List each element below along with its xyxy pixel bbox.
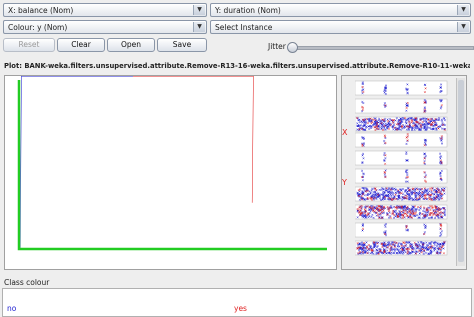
attribute-strip bbox=[355, 116, 448, 132]
attribute-strip bbox=[355, 150, 448, 166]
class-yes-label[interactable]: yes bbox=[234, 304, 247, 313]
colour-select[interactable]: Colour: y (Nom) ▼ bbox=[3, 20, 207, 34]
instance-select[interactable]: Select Instance ▼ bbox=[210, 20, 471, 34]
class-yes-points bbox=[132, 76, 254, 203]
x-marker: X bbox=[342, 128, 348, 137]
jitter-label: Jitter bbox=[268, 42, 286, 51]
chevron-down-icon: ▼ bbox=[457, 22, 469, 32]
class-colour-heading: Class colour bbox=[4, 278, 50, 287]
attribute-strips-panel: X Y bbox=[341, 75, 467, 270]
attribute-strip bbox=[355, 98, 448, 114]
save-button[interactable]: Save bbox=[157, 38, 207, 52]
side-scrollbar[interactable] bbox=[456, 78, 465, 266]
attribute-strip bbox=[355, 132, 448, 148]
jitter-slider-track[interactable] bbox=[296, 46, 474, 50]
open-button[interactable]: Open bbox=[107, 38, 155, 52]
chevron-down-icon: ▼ bbox=[193, 22, 205, 32]
y-axis-select[interactable]: Y: duration (Nom) ▼ bbox=[210, 3, 471, 17]
side-scrollbar-thumb[interactable] bbox=[458, 80, 464, 262]
y-marker: Y bbox=[342, 178, 347, 187]
class-no-label[interactable]: no bbox=[7, 304, 16, 313]
attribute-strip bbox=[355, 240, 448, 256]
chevron-down-icon: ▼ bbox=[193, 5, 205, 15]
attribute-strip bbox=[355, 80, 448, 96]
attribute-strip bbox=[355, 204, 448, 220]
reset-button[interactable]: Reset bbox=[3, 38, 55, 52]
plot-title: Plot: BANK-weka.filters.unsupervised.att… bbox=[4, 62, 470, 70]
scatter-plot-panel[interactable] bbox=[4, 75, 337, 270]
class-colour-panel: no yes bbox=[2, 288, 472, 317]
class-no-points bbox=[19, 76, 178, 248]
plot-axes bbox=[17, 80, 327, 251]
x-axis-select[interactable]: X: balance (Nom) ▼ bbox=[3, 3, 207, 17]
attribute-strip bbox=[355, 222, 448, 238]
scatter-plot[interactable] bbox=[5, 76, 336, 269]
y-axis-select-value: Y: duration (Nom) bbox=[215, 6, 281, 15]
jitter-slider-thumb[interactable] bbox=[287, 42, 298, 53]
attribute-strips[interactable] bbox=[355, 80, 451, 265]
instance-select-value: Select Instance bbox=[215, 23, 273, 32]
clear-button[interactable]: Clear bbox=[57, 38, 105, 52]
attribute-strip bbox=[355, 186, 448, 202]
colour-select-value: Colour: y (Nom) bbox=[8, 23, 68, 32]
chevron-down-icon: ▼ bbox=[457, 5, 469, 15]
attribute-strip bbox=[355, 168, 448, 184]
x-axis-select-value: X: balance (Nom) bbox=[8, 6, 74, 15]
